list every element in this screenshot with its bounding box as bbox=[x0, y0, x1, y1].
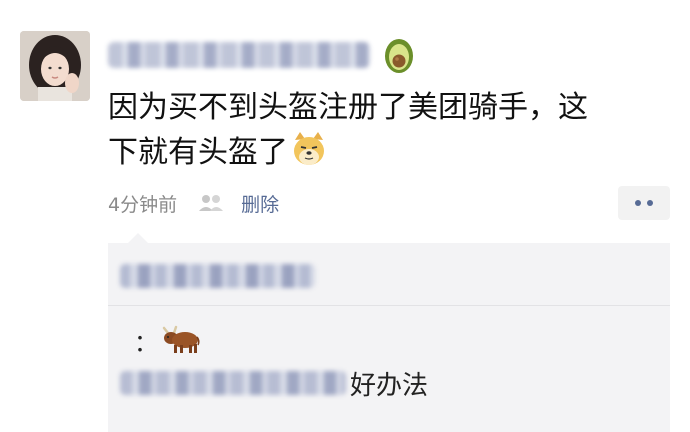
post-text-line-1: 因为买不到头盔注册了美团骑手，这 bbox=[108, 90, 588, 125]
more-icon bbox=[635, 200, 641, 206]
more-icon-dot bbox=[647, 200, 653, 206]
post-time: 4分钟前 bbox=[108, 193, 178, 216]
post-content: 因为买不到头盔注册了美团骑手，这 下就有头盔了 bbox=[108, 86, 668, 175]
likes-names-blurred[interactable] bbox=[120, 264, 315, 288]
comment-item[interactable]: 好办法 bbox=[120, 365, 428, 401]
doge-icon bbox=[294, 132, 324, 165]
post-text-line-2: 下就有头盔了 bbox=[108, 130, 668, 175]
author-row bbox=[108, 34, 418, 76]
more-button[interactable] bbox=[618, 186, 670, 220]
post-text-line-2-text: 下就有头盔了 bbox=[108, 135, 288, 170]
avocado-icon bbox=[385, 39, 413, 73]
people-icon[interactable] bbox=[197, 193, 225, 213]
ox-icon bbox=[162, 325, 200, 353]
comment-divider bbox=[108, 305, 670, 306]
comment-text: 好办法 bbox=[350, 370, 429, 401]
avatar[interactable] bbox=[20, 31, 90, 101]
delete-button[interactable]: 删除 bbox=[241, 190, 279, 217]
commenter-name-blurred[interactable] bbox=[120, 371, 346, 395]
likes-row bbox=[120, 259, 315, 293]
author-name-blurred[interactable] bbox=[108, 42, 370, 68]
comment-area: ： 好办法 bbox=[108, 233, 670, 432]
comment-separator: ： bbox=[134, 328, 158, 357]
post-meta: 4分钟前 删除 bbox=[108, 186, 279, 220]
comment-item[interactable]: ： bbox=[134, 323, 200, 357]
